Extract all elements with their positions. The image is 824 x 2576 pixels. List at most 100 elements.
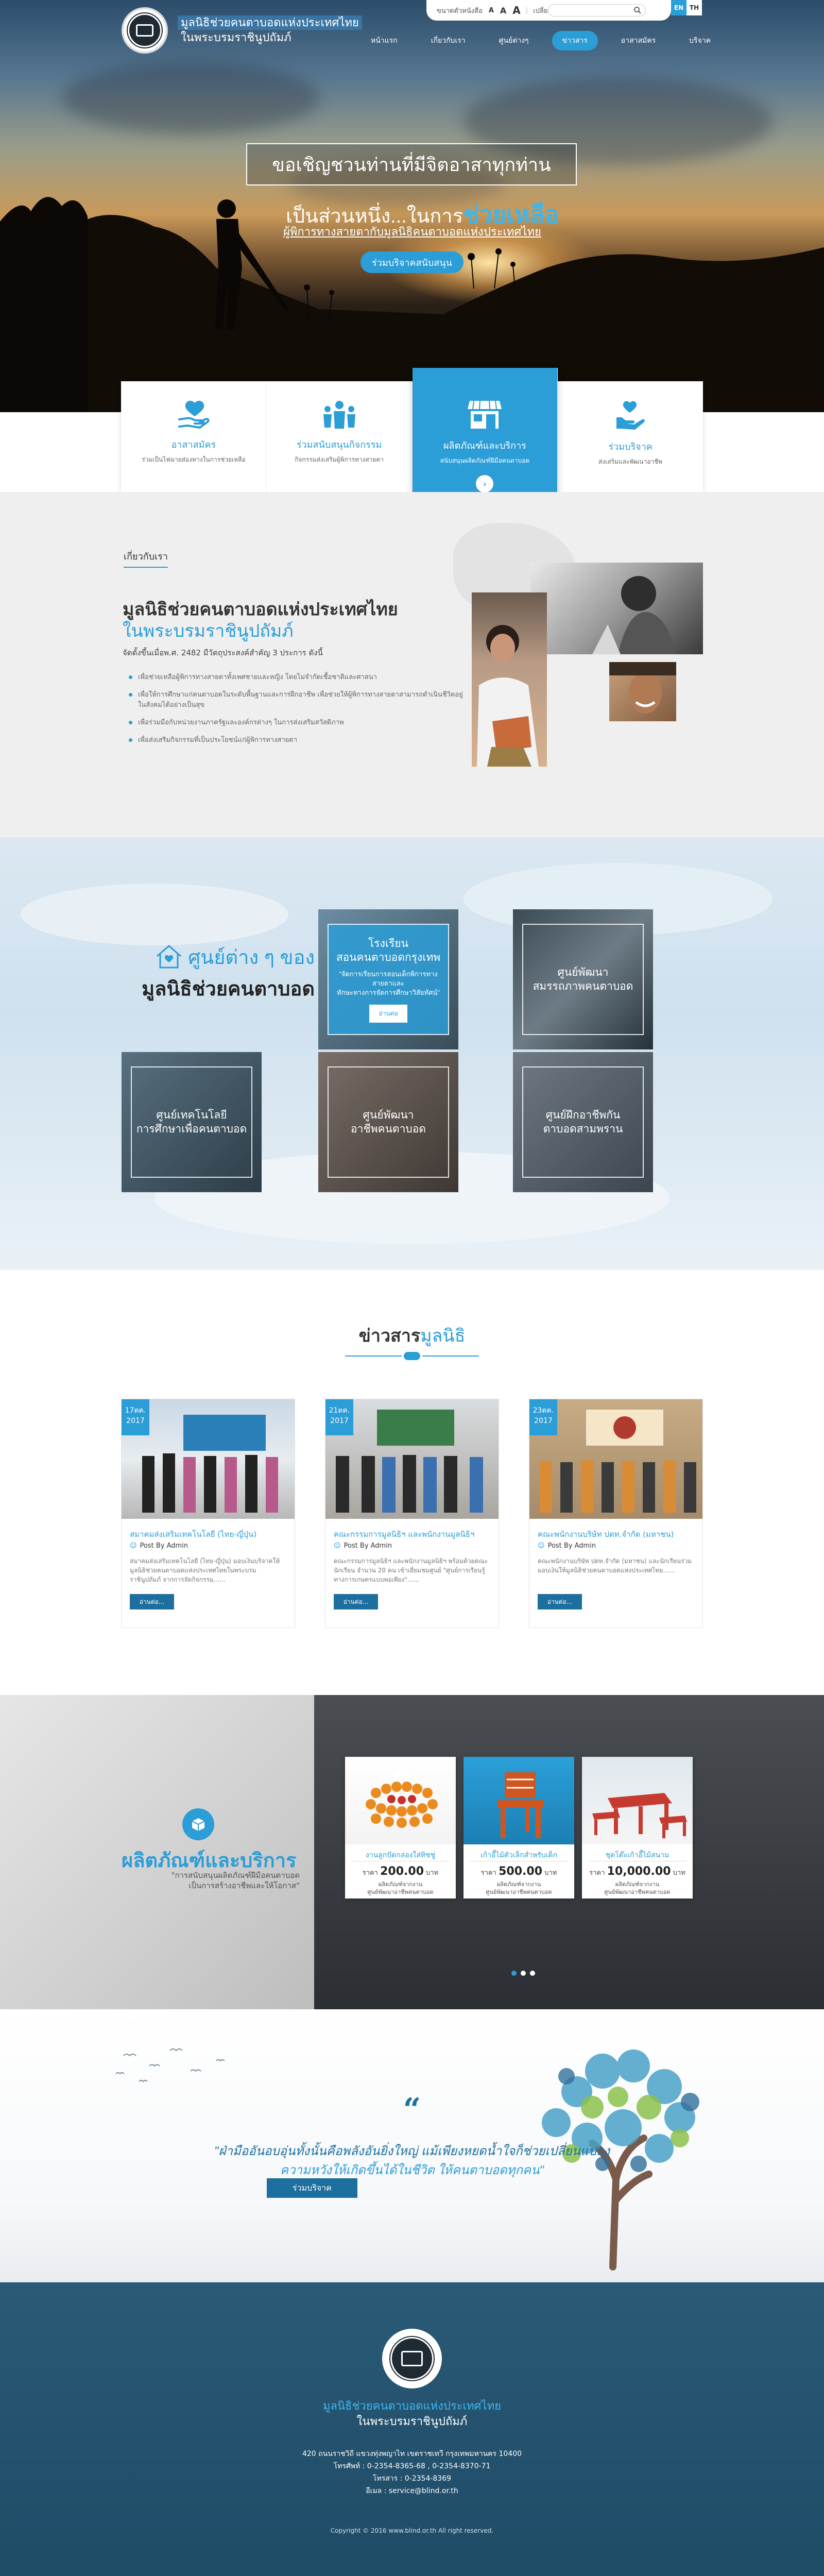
product-card[interactable]: งานลูกปัดกล่องใส่ทิชชู่ ราคา 200.00 บาท …	[345, 1757, 456, 1899]
product-source: ผลิตภัณฑ์จากงาน ศูนย์พัฒนาอาชีพคนตาบอด	[604, 1881, 671, 1895]
list-item: เพื่อให้การศึกษาแก่คนตาบอดในระดับพื้นฐาน…	[128, 690, 468, 710]
font-size-large-button[interactable]: A	[512, 4, 520, 16]
product-card[interactable]: ชุดโต๊ะเก้าอี้ไม้สนาม ราคา 10,000.00 บาท…	[582, 1757, 693, 1899]
product-name[interactable]: เก้าอี้ไม้ตัวเล็กสำหรับเด็ก	[464, 1850, 574, 1861]
store-icon	[468, 400, 502, 429]
chevron-right-icon[interactable]: ›	[476, 475, 494, 493]
home-heart-icon	[157, 945, 182, 969]
product-name[interactable]: ชุดโต๊ะเก้าอี้ไม้สนาม	[582, 1850, 693, 1861]
nav-centers[interactable]: ศูนย์ต่างๆ	[489, 31, 539, 50]
product-price: ราคา 500.00 บาท	[464, 1865, 574, 1878]
garden-furniture-image	[592, 1793, 687, 1838]
center-card-frame: ศูนย์ฝึกอาชีพกัน ตาบอดสามพราน	[522, 1066, 644, 1178]
price-value: 10,000.00	[607, 1865, 671, 1878]
nav-home[interactable]: หน้าแรก	[360, 31, 408, 50]
feature-card-activities[interactable]: ร่วมสนับสนุนกิจกรรม กิจกรรมส่งเสริมผู้พิ…	[267, 381, 413, 492]
photo-student-crafting	[472, 592, 547, 767]
news-card[interactable]: 23ตค. 2017 คณะพนักงานบริษัท ปตท.จำกัด (มห…	[529, 1399, 703, 1628]
section-label: เกี่ยวกับเรา	[124, 549, 168, 568]
nav-donate[interactable]: บริจาค	[679, 31, 721, 50]
wooden-chair-image	[497, 1772, 544, 1838]
read-more-button[interactable]: อ่านต่อ...	[130, 1594, 174, 1609]
main-nav: หน้าแรก เกี่ยวกับเรา ศูนย์ต่างๆ ข่าวสาร …	[360, 31, 721, 50]
center-card-samphran[interactable]: ศูนย์ฝึกอาชีพกัน ตาบอดสามพราน	[513, 1052, 653, 1192]
hero-headline: ขอเชิญชวนท่านที่มีจิตอาสาทุกท่าน	[246, 143, 577, 185]
news-card[interactable]: 17ตค. 2017 สมาคมส่งเสริมเทคโนโลยี (ไทย-ญี…	[121, 1399, 295, 1628]
feature-card-volunteer[interactable]: อาสาสมัคร ร่วมเป็นไฟฉายส่องทางในการช่วยเ…	[121, 381, 267, 492]
about-founded: จัดตั้งขึ้นเมื่อพ.ศ. 2482 มีวัตถุประสงค์…	[123, 648, 323, 657]
product-name[interactable]: งานลูกปัดกล่องใส่ทิชชู่	[345, 1850, 456, 1861]
centers-title: ศูนย์ต่าง ๆ ของ มูลนิธิช่วยคนตาบอด	[122, 938, 315, 1007]
feature-card-donate[interactable]: ร่วมบริจาค ส่งเสริมและพัฒนาอาชีพ	[558, 381, 703, 492]
news-icon	[402, 1350, 422, 1362]
news-day: 17ตค.	[125, 1406, 146, 1415]
lang-th-button[interactable]: TH	[686, 0, 702, 15]
news-year: 2017	[330, 1417, 349, 1425]
list-item: เพื่อร่วมมือกับหน่วยงานภาครัฐและองค์กรต่…	[128, 718, 468, 728]
center-name: ศูนย์ฝึกอาชีพกัน ตาบอดสามพราน	[543, 1109, 623, 1135]
center-card-bangkok-school[interactable]: โรงเรียน สอนคนตาบอดกรุงเทพ "จัดการเรียนก…	[318, 909, 458, 1049]
font-size-large-label: A	[512, 4, 521, 16]
news-title-a: ข่าวสาร	[358, 1326, 421, 1346]
list-item: เพื่อช่วยเหลือผู้พิการทางสายตาทั้งเพศชาย…	[128, 672, 468, 683]
product-source: ผลิตภัณฑ์จากงาน ศูนย์พัฒนาอาชีพคนตาบอด	[486, 1881, 552, 1895]
carousel-dot[interactable]	[530, 1971, 535, 1976]
center-card-frame: โรงเรียน สอนคนตาบอดกรุงเทพ "จัดการเรียนก…	[328, 924, 449, 1035]
font-size-small-button[interactable]: A	[489, 7, 494, 14]
lang-en-button[interactable]: EN	[671, 0, 686, 15]
brand-name[interactable]: มูลนิธิช่วยคนตาบอดแห่งประเทศไทย ในพระบรม…	[178, 15, 362, 45]
feature-card-products[interactable]: ผลิตภัณฑ์และบริการ สนับสนุนผลิตภัณฑ์ฝีมื…	[412, 368, 558, 505]
hero-donate-button[interactable]: ร่วมบริจาคสนับสนุน	[360, 251, 464, 273]
foundation-logo[interactable]	[122, 7, 168, 54]
center-card-frame: ศูนย์พัฒนา สมรรถภาพคนตาบอด	[522, 924, 644, 1035]
read-more-button[interactable]: อ่านต่อ	[369, 1004, 407, 1023]
search-icon[interactable]	[633, 6, 642, 14]
news-title: ข่าวสารมูลนิธิ	[0, 1321, 824, 1349]
product-image	[464, 1757, 574, 1844]
footer-email[interactable]: อีเมล : service@blind.or.th	[0, 2485, 824, 2497]
center-desc: "จัดการเรียนการสอนเด็กพิการทางสายตาและ ท…	[337, 970, 440, 996]
news-year: 2017	[534, 1417, 553, 1425]
nav-volunteer[interactable]: อาสาสมัคร	[611, 31, 666, 50]
center-card-rehab[interactable]: ศูนย์พัฒนา สมรรถภาพคนตาบอด	[513, 909, 653, 1049]
read-more-button[interactable]: อ่านต่อ...	[538, 1594, 582, 1609]
brand-line1: มูลนิธิช่วยคนตาบอดแห่งประเทศไทย	[178, 15, 362, 30]
box-icon-glyph	[192, 1818, 205, 1831]
products-section: ผลิตภัณฑ์และบริการ "การสนับสนุนผลิตภัณฑ์…	[0, 1695, 824, 2009]
center-card-technology[interactable]: ศูนย์เทคโนโลยี การศึกษาเพื่อคนตาบอด	[122, 1052, 262, 1192]
quote-donate-button[interactable]: ร่วมบริจาค	[267, 2178, 357, 2198]
news-section: ข่าวสารมูลนิธิ 17ตค. 2017 สมาคมส่งเสริมเท…	[0, 1270, 824, 1695]
center-name: ศูนย์พัฒนา อาชีพคนตาบอด	[351, 1109, 426, 1135]
read-more-button[interactable]: อ่านต่อ...	[334, 1594, 378, 1609]
nav-about[interactable]: เกี่ยวกับเรา	[421, 31, 476, 50]
footer-logo[interactable]	[382, 2329, 442, 2388]
font-size-medium-button[interactable]: A	[500, 6, 506, 15]
photo-scene	[609, 662, 676, 714]
price-unit: บาท	[673, 1869, 685, 1877]
news-title[interactable]: คณะกรรมการมูลนิธิฯ และพนักงานมูลนิธิฯ	[334, 1528, 491, 1540]
centers-section: ศูนย์ต่าง ๆ ของ มูลนิธิช่วยคนตาบอด โรงเร…	[0, 837, 824, 1270]
news-card[interactable]: 21ตค. 2017 คณะกรรมการมูลนิธิฯ และพนักงานม…	[325, 1399, 499, 1628]
quote-icon: “	[403, 2092, 421, 2128]
products-desc: "การสนับสนุนผลิตภัณฑ์ฝีมือคนตาบอด เป็นกา…	[171, 1871, 300, 1890]
center-name: ศูนย์พัฒนา สมรรถภาพคนตาบอด	[533, 967, 633, 992]
news-excerpt: สมาคมส่งเสริมเทคโนโลยี (ไทย-ญี่ปุ่น) มอบ…	[130, 1557, 280, 1583]
center-card-vocational[interactable]: ศูนย์พัฒนา อาชีพคนตาบอด	[318, 1052, 458, 1192]
news-title[interactable]: สมาคมส่งเสริมเทคโนโลยี (ไทย-ญี่ปุ่น)	[130, 1528, 287, 1540]
news-title[interactable]: คณะพนักงานบริษัท ปตท.จำกัด (มหาชน)	[538, 1528, 695, 1540]
news-excerpt: คณะพนักงานบริษัท ปตท.จำกัด (มหาชน) และนั…	[538, 1557, 692, 1574]
product-price: ราคา 10,000.00 บาท	[582, 1865, 693, 1878]
carousel-dot[interactable]	[511, 1971, 517, 1976]
product-source: ผลิตภัณฑ์จากงาน ศูนย์พัฒนาอาชีพคนตาบอด	[367, 1881, 434, 1895]
product-price: ราคา 200.00 บาท	[345, 1865, 456, 1878]
carousel-dot[interactable]	[521, 1971, 526, 1976]
heart-hand-icon	[178, 400, 210, 429]
feature-desc: ส่งเสริมและพัฒนาอาชีพ	[598, 458, 663, 465]
product-card[interactable]: เก้าอี้ไม้ตัวเล็กสำหรับเด็ก ราคา 500.00 …	[464, 1757, 574, 1899]
site-header: มูลนิธิช่วยคนตาบอดแห่งประเทศไทย ในพระบรม…	[0, 0, 824, 62]
search-input[interactable]	[548, 4, 646, 16]
font-size-label: ขนาดตัวหนังสือ	[437, 7, 483, 15]
feature-title: ผลิตภัณฑ์และบริการ	[443, 440, 526, 451]
brand-line2: ในพระบรมราชินูปถัมภ์	[181, 31, 291, 44]
nav-news[interactable]: ข่าวสาร	[552, 31, 598, 50]
